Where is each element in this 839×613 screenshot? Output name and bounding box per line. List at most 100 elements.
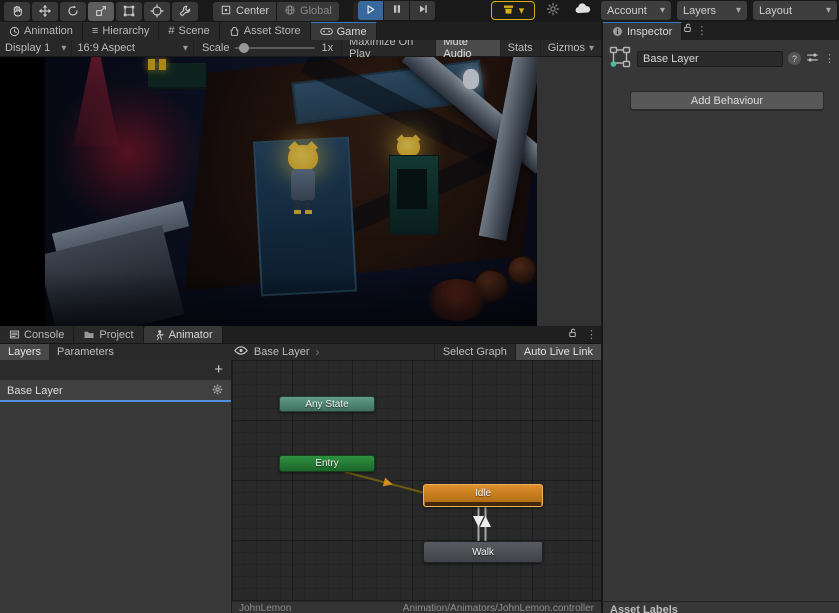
state-node-any-state[interactable]: Any State (279, 396, 375, 412)
tab-asset-store-label: Asset Store (244, 25, 301, 37)
move-icon (38, 4, 52, 18)
presets-icon[interactable] (806, 51, 819, 67)
scale-tool-button[interactable] (88, 2, 114, 21)
unity-editor-window: Center Global ▾ Account▾ Layers▾ Layout▾ (0, 0, 839, 613)
tab-inspector[interactable]: Inspector (603, 22, 682, 40)
maximize-on-play-button[interactable]: Maximize On Play (341, 40, 435, 56)
stats-button[interactable]: Stats (500, 40, 540, 56)
transform-tool-button[interactable] (144, 2, 170, 21)
rect-tool-button[interactable] (116, 2, 142, 21)
tab-hierarchy-label: Hierarchy (102, 25, 149, 37)
layer-settings-gear-icon[interactable] (211, 383, 224, 399)
scale-slider[interactable] (235, 47, 315, 49)
inspector-panel: Inspector ⋮ Base Layer ? ⋮ Add Behaviour (603, 22, 839, 613)
state-node-entry[interactable]: Entry (279, 455, 375, 472)
component-menu-icon[interactable]: ⋮ (824, 52, 835, 65)
tab-animator[interactable]: Animator (144, 326, 223, 343)
tab-game[interactable]: Game (311, 22, 377, 40)
tab-animation-label: Animation (24, 25, 73, 37)
layers-label: Layers (683, 5, 716, 17)
node-label: Idle (475, 485, 491, 502)
account-dropdown-arrow: ▾ (660, 5, 665, 16)
console-icon (9, 329, 20, 340)
panel-menu-icon[interactable]: ⋮ (696, 25, 707, 37)
services-button[interactable] (541, 1, 565, 20)
add-behaviour-button[interactable]: Add Behaviour (630, 91, 824, 110)
tab-animation[interactable]: Animation (0, 22, 83, 40)
display-dropdown[interactable]: Display 1 ▾ (0, 40, 72, 56)
layer-name-field[interactable]: Base Layer (637, 51, 783, 67)
graph-status-path: Animation/Animators/JohnLemon.controller (403, 603, 594, 613)
game-render[interactable] (45, 57, 537, 326)
eye-icon[interactable] (234, 345, 248, 359)
state-machine-icon (608, 45, 632, 72)
aspect-dropdown-arrow: ▾ (183, 43, 188, 54)
graph-status-bar: JohnLemon Animation/Animators/JohnLemon.… (232, 601, 601, 613)
tab-animator-label: Animator (169, 329, 213, 341)
breadcrumb-item[interactable]: Base Layer (254, 346, 310, 358)
tab-asset-store[interactable]: Asset Store (220, 22, 311, 40)
tab-inspector-label: Inspector (627, 26, 672, 38)
node-label: Walk (472, 547, 494, 558)
scale-slider-knob[interactable] (239, 43, 249, 53)
select-graph-button[interactable]: Select Graph (434, 344, 515, 360)
animator-content: + Base Layer (0, 360, 601, 613)
help-icon[interactable]: ? (788, 52, 801, 65)
gizmos-label: Gizmos (548, 42, 585, 54)
display-label: Display 1 (5, 42, 50, 54)
panel-menu-icon[interactable]: ⋮ (586, 328, 597, 341)
rotate-tool-button[interactable] (60, 2, 86, 21)
shopping-bag-icon (229, 26, 240, 37)
tab-hierarchy[interactable]: ≡ Hierarchy (83, 22, 160, 40)
scale-label: Scale (202, 42, 230, 54)
pivot-global-button[interactable]: Global (277, 2, 339, 21)
folder-icon (83, 329, 95, 340)
layer-row-base-layer[interactable]: Base Layer (0, 380, 231, 402)
state-machine-graph[interactable]: Any State Entry Idle Walk JohnLemon Anim… (232, 360, 601, 613)
gizmos-dropdown[interactable]: Gizmos ▾ (540, 40, 601, 56)
layout-dropdown[interactable]: Layout▾ (753, 1, 837, 20)
tab-project[interactable]: Project (74, 326, 143, 343)
hand-tool-button[interactable] (4, 2, 30, 21)
animator-parameters-tab[interactable]: Parameters (49, 344, 122, 360)
unlock-icon[interactable] (567, 327, 578, 342)
scene-blue-tint (45, 57, 537, 326)
tab-scene-label: Scene (179, 25, 210, 37)
mute-audio-button[interactable]: Mute Audio (435, 40, 499, 56)
tab-console[interactable]: Console (0, 326, 74, 343)
animator-layers-tab[interactable]: Layers (0, 344, 49, 360)
layers-dropdown[interactable]: Layers▾ (677, 1, 747, 20)
aspect-label: 16:9 Aspect (77, 42, 135, 54)
clock-icon (9, 26, 20, 37)
main-toolbar: Center Global ▾ Account ▾ Layers▾ Layout▾ (0, 0, 839, 22)
gizmos-dropdown-arrow: ▾ (589, 43, 594, 54)
account-dropdown[interactable]: Account ▾ (601, 1, 671, 20)
state-node-idle[interactable]: Idle (423, 484, 543, 507)
tab-scene[interactable]: # Scene (159, 22, 219, 40)
custom-tool-button[interactable] (172, 2, 198, 21)
step-button[interactable] (410, 1, 435, 20)
animator-toolbar-right: Select Graph Auto Live Link (434, 344, 601, 360)
main-area: Animation ≡ Hierarchy # Scene Asset Stor… (0, 22, 839, 613)
collab-button[interactable]: ▾ (491, 1, 535, 20)
cloud-button[interactable] (571, 1, 595, 20)
step-icon (417, 3, 429, 18)
scale-icon (94, 4, 108, 18)
pause-button[interactable] (384, 1, 409, 20)
auto-live-link-button[interactable]: Auto Live Link (515, 344, 601, 360)
game-view-margin (537, 57, 601, 326)
move-tool-button[interactable] (32, 2, 58, 21)
unlock-icon[interactable] (682, 25, 693, 37)
select-graph-label: Select Graph (443, 346, 507, 358)
aspect-dropdown[interactable]: 16:9 Aspect ▾ (72, 40, 194, 56)
asset-labels-section[interactable]: Asset Labels (603, 601, 839, 613)
node-label: Entry (315, 458, 338, 469)
account-label: Account (607, 5, 647, 17)
animator-layers-label: Layers (8, 346, 41, 358)
play-button[interactable] (358, 1, 383, 20)
state-node-walk[interactable]: Walk (423, 541, 543, 563)
tab-console-label: Console (24, 329, 64, 341)
pivot-center-label: Center (236, 5, 269, 17)
pivot-center-button[interactable]: Center (213, 2, 276, 21)
add-layer-button[interactable]: + (214, 363, 223, 377)
